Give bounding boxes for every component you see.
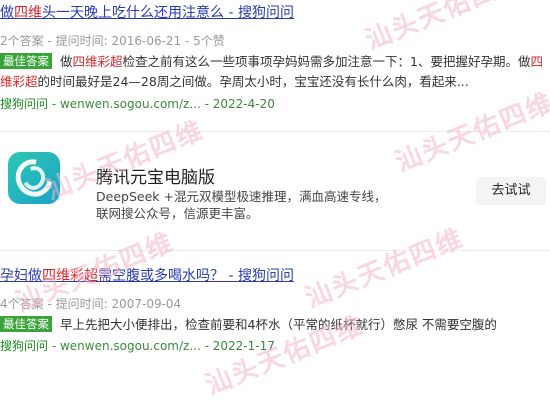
result-snippet: 最佳答案 做四维彩超检查之前有这么一些项事项孕妈妈需多加注意一下：1、要把握好孕期… [0, 53, 544, 89]
result-meta: 2个答案 - 提问时间: 2016-06-21 - 5个赞 [0, 34, 225, 48]
search-result-2: 孕妇做四维彩超需空腹或多喝水吗？ - 搜狗问问 4个答案 - 提问时间: 200… [0, 267, 550, 354]
divider [0, 250, 550, 251]
best-answer-badge: 最佳答案 [0, 316, 52, 332]
ad-card[interactable]: 腾讯元宝电脑版 DeepSeek +混元双模型极速推理，满血高速专线，联网搜公众… [0, 140, 550, 240]
try-button[interactable]: 去试试 [476, 177, 546, 205]
result-snippet: 最佳答案 早上先把大小便排出，检查前要和4杯水（平常的纸杯就行）憋尿 不需要空腹的 [0, 315, 550, 335]
result-meta: 4个答案 - 提问时间: 2007-09-04 [0, 297, 182, 311]
result-source[interactable]: 搜狗问问 - wenwen.sogou.com/z... - 2022-4-20 [0, 96, 550, 112]
result-title-link[interactable]: 孕妇做四维彩超需空腹或多喝水吗？ - 搜狗问问 [0, 267, 550, 285]
divider [0, 131, 550, 132]
ad-title[interactable]: 腾讯元宝电脑版 [96, 163, 215, 188]
ad-description: DeepSeek +混元双模型极速推理，满血高速专线，联网搜公众号，信源更丰富。 [96, 189, 387, 221]
search-result-1: 做四维头一天晚上吃什么还用注意么 - 搜狗问问 2个答案 - 提问时间: 201… [0, 4, 550, 112]
yuanbao-app-icon[interactable] [8, 152, 60, 204]
result-source[interactable]: 搜狗问问 - wenwen.sogou.com/z... - 2022-1-17 [0, 338, 550, 354]
best-answer-badge: 最佳答案 [0, 53, 52, 69]
result-title-link[interactable]: 做四维头一天晚上吃什么还用注意么 - 搜狗问问 [0, 4, 550, 22]
